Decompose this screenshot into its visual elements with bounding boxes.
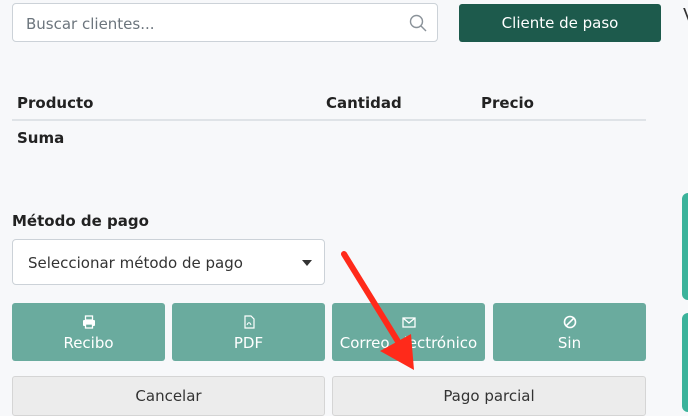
sum-label: Suma xyxy=(17,129,65,147)
payment-method-value: Seleccionar método de pago xyxy=(28,254,243,272)
receipt-pdf-button[interactable]: PDF xyxy=(172,303,325,361)
search-icon[interactable] xyxy=(409,14,427,32)
ban-icon xyxy=(563,315,576,328)
receipt-email-button[interactable]: Correo electrónico xyxy=(332,303,485,361)
receipt-print-button[interactable]: Recibo xyxy=(12,303,165,361)
right-panel-tab[interactable] xyxy=(682,193,688,300)
payment-method-select[interactable]: Seleccionar método de pago xyxy=(12,239,325,285)
caret-down-icon xyxy=(302,260,312,266)
partial-payment-button[interactable]: Pago parcial xyxy=(332,376,646,416)
right-panel-tab[interactable] xyxy=(682,313,688,412)
receipt-pdf-label: PDF xyxy=(233,333,264,352)
column-header-quantity: Cantidad xyxy=(326,94,402,112)
receipt-email-label: Correo electrónico xyxy=(339,333,478,352)
header-divider xyxy=(12,119,646,121)
printer-icon xyxy=(82,314,95,329)
receipt-none-label: Sin xyxy=(557,333,582,352)
envelope-icon xyxy=(401,316,416,328)
payment-method-label: Método de pago xyxy=(12,212,149,230)
column-header-price: Precio xyxy=(481,94,534,112)
walk-in-customer-button[interactable]: Cliente de paso xyxy=(459,4,661,42)
cancel-button[interactable]: Cancelar xyxy=(12,376,325,416)
column-header-product: Producto xyxy=(17,94,94,112)
receipt-print-label: Recibo xyxy=(63,333,114,352)
pdf-file-icon xyxy=(243,314,255,329)
customer-search-input[interactable] xyxy=(24,4,408,43)
cut-off-heading: V xyxy=(683,5,688,26)
customer-search-box[interactable] xyxy=(12,3,438,43)
receipt-none-button[interactable]: Sin xyxy=(493,303,646,361)
